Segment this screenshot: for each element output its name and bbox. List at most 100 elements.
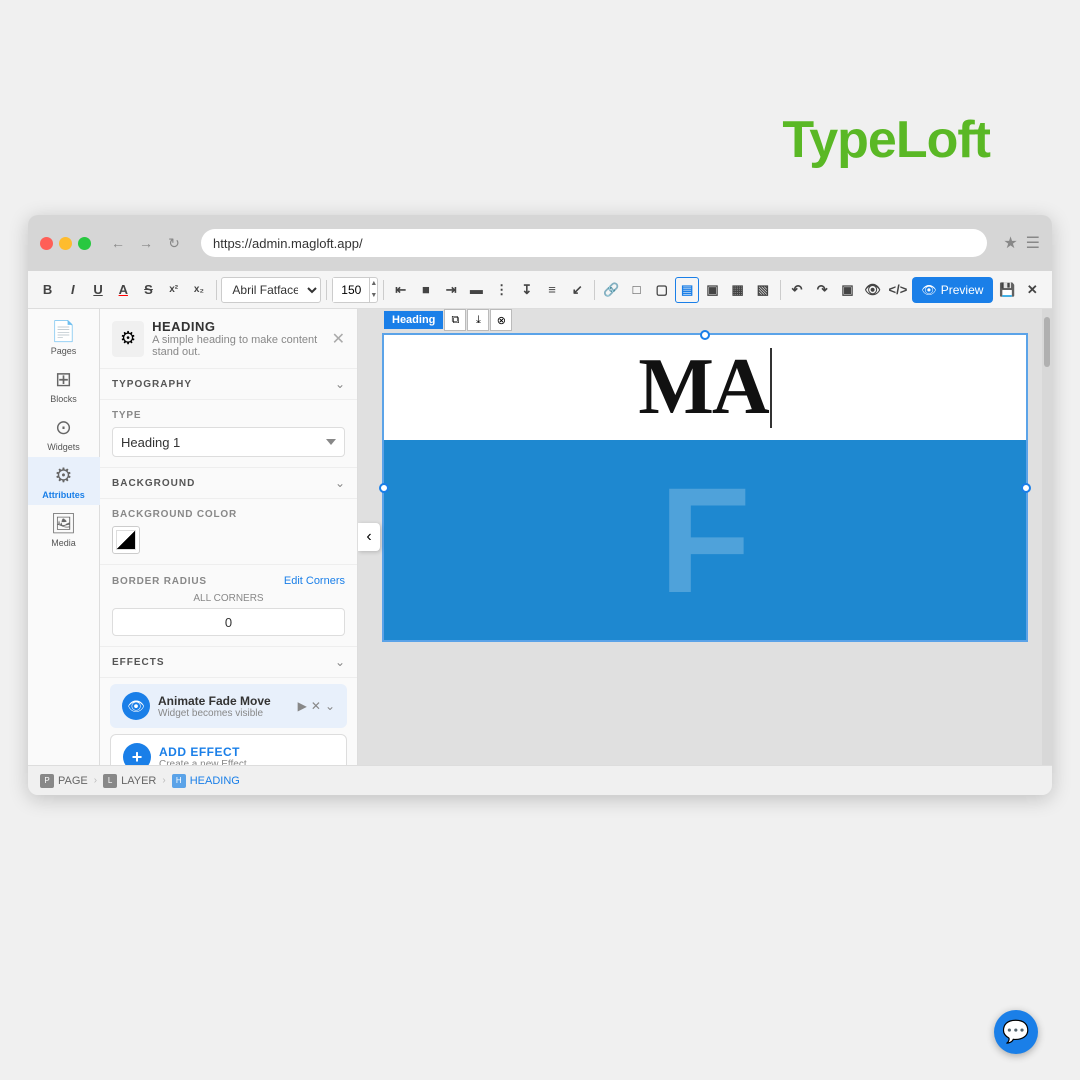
superscript-button[interactable]: x² bbox=[162, 277, 185, 303]
typography-label: TYPOGRAPHY bbox=[112, 379, 192, 390]
align-center-button[interactable]: ■ bbox=[414, 277, 437, 303]
color-swatch[interactable] bbox=[112, 526, 140, 554]
save-button[interactable]: 💾 bbox=[995, 277, 1018, 303]
panel-close-button[interactable]: ✕ bbox=[332, 329, 345, 349]
minimize-button[interactable] bbox=[59, 237, 72, 250]
element-action-delete[interactable]: ⊗ bbox=[490, 309, 512, 331]
italic-button[interactable]: I bbox=[61, 277, 84, 303]
effects-arrow-icon: ⌄ bbox=[335, 655, 345, 669]
font-size-down[interactable]: ▼ bbox=[370, 290, 377, 302]
close-editor-button[interactable]: ✕ bbox=[1021, 277, 1044, 303]
effect-text: Animate Fade Move Widget becomes visible bbox=[158, 694, 290, 719]
align-right-button[interactable]: ⇥ bbox=[440, 277, 463, 303]
preview-eye-icon: 👁 bbox=[922, 283, 937, 297]
blue-letter: F bbox=[659, 465, 751, 615]
canvas-scrollbar-thumb bbox=[1044, 317, 1050, 367]
redo-button[interactable]: ↷ bbox=[811, 277, 834, 303]
editor-body: 📄 Pages ⊞ Blocks ⊙ Widgets ⚙ Attributes … bbox=[28, 309, 1052, 765]
sidebar-item-attributes[interactable]: ⚙ Attributes bbox=[28, 457, 100, 505]
code-button[interactable]: </> bbox=[886, 277, 909, 303]
font-family-select[interactable]: Abril Fatface bbox=[221, 277, 321, 303]
selected-element-label: Heading bbox=[384, 311, 443, 329]
element-action-save[interactable]: ⤓ bbox=[467, 309, 489, 331]
add-effect-text: ADD EFFECT Create a new Effect bbox=[159, 745, 247, 766]
image-button[interactable]: ▢ bbox=[650, 277, 673, 303]
sidebar-icon-rail: 📄 Pages ⊞ Blocks ⊙ Widgets ⚙ Attributes … bbox=[28, 309, 100, 765]
resize-handle-top[interactable] bbox=[700, 330, 710, 340]
strikethrough-button[interactable]: S bbox=[137, 277, 160, 303]
sidebar-item-media[interactable]: 🖼 Media bbox=[28, 505, 100, 553]
effect-delete-icon[interactable]: ✕ bbox=[311, 699, 321, 713]
subscript-button[interactable]: x₂ bbox=[187, 277, 210, 303]
close-button[interactable] bbox=[40, 237, 53, 250]
add-effect-button[interactable]: + ADD EFFECT Create a new Effect bbox=[110, 734, 347, 765]
eye-button[interactable]: 👁 bbox=[861, 277, 884, 303]
collapse-panel-button[interactable]: ‹ bbox=[358, 523, 380, 551]
mobile-button[interactable]: ▤ bbox=[675, 277, 698, 303]
breadcrumb-page[interactable]: P PAGE bbox=[40, 774, 88, 788]
bookmark-icon[interactable]: ★ bbox=[1003, 233, 1017, 253]
pages-icon: 📄 bbox=[51, 319, 76, 344]
menu-icon[interactable]: ☰ bbox=[1026, 233, 1040, 253]
effects-section-header[interactable]: EFFECTS ⌄ bbox=[100, 647, 357, 678]
font-size-input[interactable] bbox=[333, 278, 369, 302]
toolbar-sep-5 bbox=[780, 280, 781, 300]
effect-play-icon[interactable]: ▶ bbox=[298, 699, 307, 713]
breadcrumb-heading[interactable]: H HEADING bbox=[172, 774, 240, 788]
toolbar-sep-3 bbox=[383, 280, 384, 300]
sidebar-item-blocks[interactable]: ⊞ Blocks bbox=[28, 361, 100, 409]
tablet-button[interactable]: ▣ bbox=[701, 277, 724, 303]
tv-button[interactable]: ▧ bbox=[751, 277, 774, 303]
undo-button[interactable]: ↶ bbox=[785, 277, 808, 303]
font-size-up[interactable]: ▲ bbox=[370, 278, 377, 290]
desktop-button[interactable]: ▦ bbox=[726, 277, 749, 303]
blocks-icon: ⊞ bbox=[55, 367, 72, 392]
element-action-copy[interactable]: ⧉ bbox=[444, 309, 466, 331]
selection-bar: Heading ⧉ ⤓ ⊗ bbox=[384, 309, 512, 331]
type-select[interactable]: Heading 1 bbox=[112, 427, 345, 457]
comment-button[interactable]: ▣ bbox=[836, 277, 859, 303]
breadcrumb-page-label: PAGE bbox=[58, 775, 88, 787]
browser-chrome: ← → ↻ https://admin.magloft.app/ ★ ☰ bbox=[28, 215, 1052, 271]
canvas-text-area[interactable]: MA bbox=[384, 335, 1026, 440]
color-picker-row bbox=[112, 526, 345, 554]
indent-button[interactable]: ↧ bbox=[515, 277, 538, 303]
list-ol-button[interactable]: ≡ bbox=[540, 277, 563, 303]
edit-corners-link[interactable]: Edit Corners bbox=[284, 575, 345, 587]
forward-button[interactable]: → bbox=[135, 232, 157, 254]
media-label: Media bbox=[51, 538, 76, 548]
refresh-button[interactable]: ↻ bbox=[163, 232, 185, 254]
corner-radius-input[interactable] bbox=[112, 608, 345, 636]
breadcrumb-layer[interactable]: L LAYER bbox=[103, 774, 156, 788]
align-justify-button[interactable]: ▬ bbox=[465, 277, 488, 303]
canvas-scrollbar[interactable] bbox=[1042, 309, 1052, 765]
resize-handle-right[interactable] bbox=[1021, 483, 1031, 493]
preview-button[interactable]: 👁 Preview bbox=[912, 277, 994, 303]
chat-button[interactable]: 💬 bbox=[994, 1010, 1038, 1054]
link-button[interactable]: 🔗 bbox=[600, 277, 623, 303]
back-button[interactable]: ← bbox=[107, 232, 129, 254]
underline-button[interactable]: U bbox=[86, 277, 109, 303]
sidebar-item-widgets[interactable]: ⊙ Widgets bbox=[28, 409, 100, 457]
text-color-button[interactable]: A bbox=[112, 277, 135, 303]
widget-button[interactable]: □ bbox=[625, 277, 648, 303]
type-field-group: TYPE Heading 1 bbox=[100, 400, 357, 468]
font-size-box[interactable]: ▲ ▼ bbox=[332, 277, 378, 303]
toolbar-sep-4 bbox=[594, 280, 595, 300]
effect-expand-icon[interactable]: ⌄ bbox=[325, 699, 335, 713]
typography-section-header[interactable]: TYPOGRAPHY ⌄ bbox=[100, 369, 357, 400]
sidebar-item-pages[interactable]: 📄 Pages bbox=[28, 313, 100, 361]
heading-breadcrumb-icon: H bbox=[172, 774, 186, 788]
list-ul-button[interactable]: ⋮ bbox=[490, 277, 513, 303]
canvas-blue-area: F bbox=[384, 440, 1026, 640]
align-left-button[interactable]: ⇤ bbox=[389, 277, 412, 303]
resize-handle-left[interactable] bbox=[379, 483, 389, 493]
bold-button[interactable]: B bbox=[36, 277, 59, 303]
address-bar[interactable]: https://admin.magloft.app/ bbox=[201, 229, 987, 257]
outdent-button[interactable]: ↙ bbox=[566, 277, 589, 303]
type-field-label: TYPE bbox=[112, 410, 345, 421]
background-section-header[interactable]: BACKGROUND ⌄ bbox=[100, 468, 357, 499]
effect-eye-icon: 👁 bbox=[122, 692, 150, 720]
maximize-button[interactable] bbox=[78, 237, 91, 250]
browser-nav: ← → ↻ bbox=[107, 232, 185, 254]
